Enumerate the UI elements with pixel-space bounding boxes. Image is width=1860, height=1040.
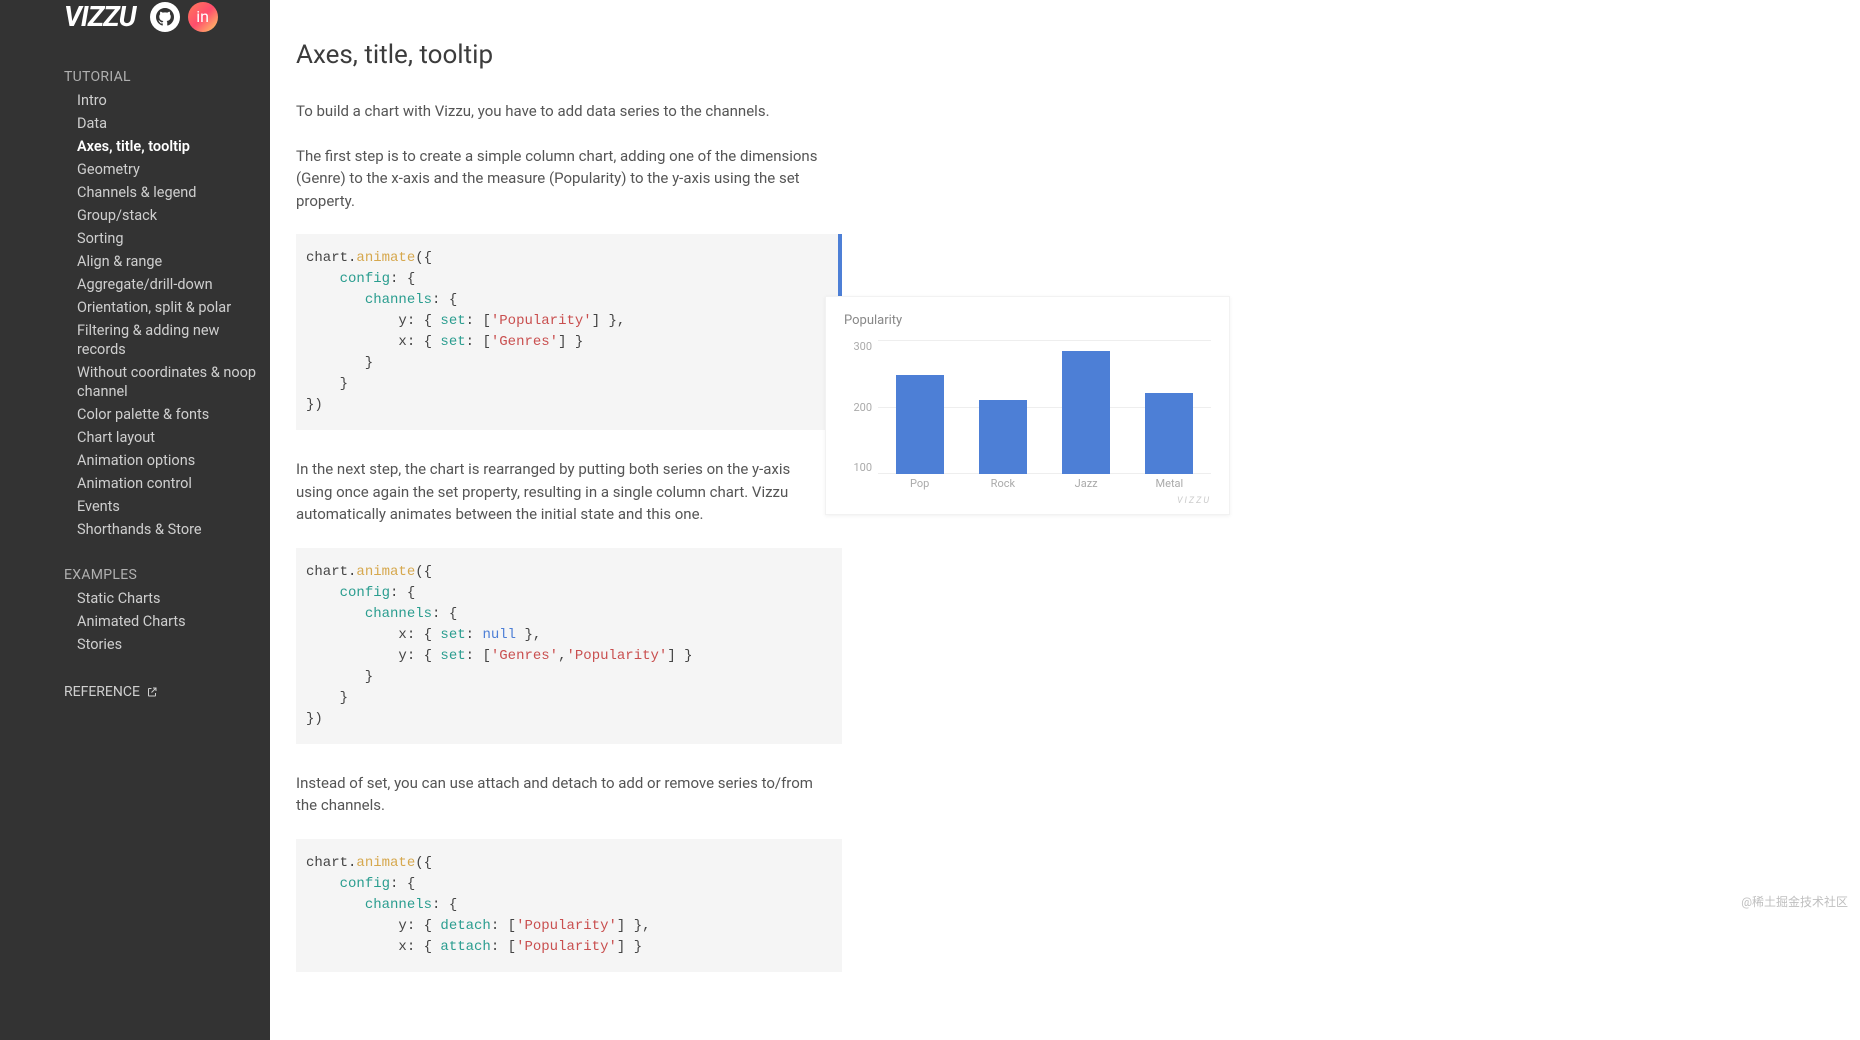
- bar-metal: [1145, 393, 1193, 474]
- reference-label: REFERENCE: [64, 684, 140, 700]
- x-label-rock: Rock: [979, 477, 1027, 490]
- x-label-metal: Metal: [1145, 477, 1193, 490]
- sidebar-item-chart-layout[interactable]: Chart layout: [77, 428, 260, 447]
- page-title: Axes, title, tooltip: [296, 40, 1220, 70]
- logo: VIZZU: [64, 0, 136, 33]
- chart-area: 300 200 100 Pop Rock Jazz Metal: [844, 340, 1211, 490]
- x-label-pop: Pop: [896, 477, 944, 490]
- header-social-icons: in: [150, 2, 218, 32]
- paragraph-3: In the next step, the chart is rearrange…: [296, 458, 826, 526]
- sidebar-item-animated-charts[interactable]: Animated Charts: [77, 612, 260, 631]
- y-tick: 200: [844, 401, 872, 414]
- bar-pop: [896, 375, 944, 474]
- sidebar-item-stories[interactable]: Stories: [77, 635, 260, 654]
- sidebar-item-filtering-adding-new-records[interactable]: Filtering & adding new records: [77, 321, 260, 359]
- sidebar-item-axes-title-tooltip[interactable]: Axes, title, tooltip: [77, 137, 260, 156]
- external-link-icon: [146, 686, 158, 698]
- sidebar-item-static-charts[interactable]: Static Charts: [77, 589, 260, 608]
- sidebar-item-animation-control[interactable]: Animation control: [77, 474, 260, 493]
- tutorial-heading: TUTORIAL: [64, 63, 270, 89]
- paragraph-4: Instead of set, you can use attach and d…: [296, 772, 826, 817]
- sidebar-item-animation-options[interactable]: Animation options: [77, 451, 260, 470]
- sidebar-item-intro[interactable]: Intro: [77, 91, 260, 110]
- examples-list: Static Charts Animated Charts Stories: [64, 587, 270, 656]
- sidebar-item-shorthands-store[interactable]: Shorthands & Store: [77, 520, 260, 539]
- sidebar-item-align-range[interactable]: Align & range: [77, 252, 260, 271]
- watermark: @稀土掘金技术社区: [1741, 893, 1848, 910]
- bar-rock: [979, 400, 1027, 474]
- sidebar: VIZZU in TUTORIAL Intro Data Axes, title, …: [0, 0, 270, 1040]
- y-tick: 300: [844, 340, 872, 353]
- chart-y-labels: 300 200 100: [844, 340, 872, 490]
- github-icon[interactable]: [150, 2, 180, 32]
- chart-brand: VIZZU: [844, 490, 1211, 506]
- examples-heading: EXAMPLES: [64, 561, 270, 587]
- chart-card: Popularity 300 200 100 Pop Rock Jazz Metal VI…: [825, 296, 1230, 515]
- code-block-2: chart.animate({ config: { channels: { x:…: [296, 548, 842, 744]
- chart-title: Popularity: [844, 313, 1211, 328]
- sidebar-item-aggregate-drill-down[interactable]: Aggregate/drill-down: [77, 275, 260, 294]
- sidebar-item-events[interactable]: Events: [77, 497, 260, 516]
- tutorial-list: Intro Data Axes, title, tooltip Geometry Cha…: [64, 89, 270, 541]
- reference-link[interactable]: REFERENCE: [0, 666, 270, 710]
- sidebar-item-without-coordinates-noop-channel[interactable]: Without coordinates & noop channel: [77, 363, 260, 401]
- chart-bars: [878, 340, 1211, 474]
- sidebar-item-geometry[interactable]: Geometry: [77, 160, 260, 179]
- sidebar-item-channels-legend[interactable]: Channels & legend: [77, 183, 260, 202]
- sidebar-item-color-palette-fonts[interactable]: Color palette & fonts: [77, 405, 260, 424]
- examples-section: EXAMPLES Static Charts Animated Charts Sto…: [0, 551, 270, 666]
- code-block-3: chart.animate({ config: { channels: { y:…: [296, 839, 842, 972]
- bar-jazz: [1062, 351, 1110, 474]
- sidebar-item-data[interactable]: Data: [77, 114, 260, 133]
- invision-icon[interactable]: in: [188, 2, 218, 32]
- intro-paragraph-2: The first step is to create a simple col…: [296, 145, 826, 213]
- tutorial-section: TUTORIAL Intro Data Axes, title, tooltip Ge…: [0, 53, 270, 551]
- sidebar-header: VIZZU in: [0, 0, 270, 53]
- x-label-jazz: Jazz: [1062, 477, 1110, 490]
- intro-paragraph-1: To build a chart with Vizzu, you have to…: [296, 100, 826, 123]
- y-tick: 100: [844, 461, 872, 474]
- chart-x-labels: Pop Rock Jazz Metal: [878, 477, 1211, 490]
- sidebar-item-sorting[interactable]: Sorting: [77, 229, 260, 248]
- main-content: Axes, title, tooltip To build a chart wi…: [270, 0, 1250, 1040]
- code-block-1: chart.animate({ config: { channels: { y:…: [296, 234, 842, 430]
- sidebar-item-orientation-split-polar[interactable]: Orientation, split & polar: [77, 298, 260, 317]
- sidebar-item-group-stack[interactable]: Group/stack: [77, 206, 260, 225]
